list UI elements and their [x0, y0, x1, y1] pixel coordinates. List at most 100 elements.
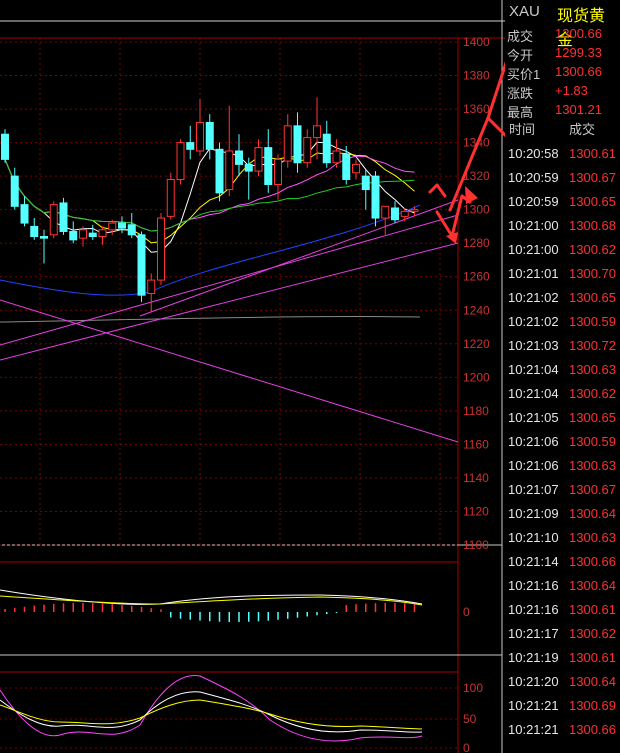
tick-price: 1300.64: [569, 578, 616, 593]
candle-body: [196, 121, 204, 152]
price-tick-label: 1120: [463, 504, 489, 518]
price-tick-label: 1140: [463, 471, 489, 485]
price-tick-label: 1160: [463, 437, 489, 451]
tick-price: 1300.63: [569, 458, 616, 473]
quote-label: 买价1: [507, 67, 541, 82]
tick-time: 10:21:07: [508, 482, 559, 497]
candle-body: [313, 125, 321, 139]
tick-time: 10:21:14: [508, 554, 559, 569]
candle-body: [264, 147, 273, 186]
tick-time: 10:21:09: [508, 506, 559, 521]
tick-row[interactable]: 10:21:06 1300.59: [505, 431, 620, 454]
tick-row[interactable]: 10:21:19 1300.61: [505, 647, 620, 670]
tick-price: 1300.72: [569, 338, 616, 353]
candle-body: [283, 125, 292, 162]
price-tick-label: 1360: [463, 102, 490, 116]
tick-row[interactable]: 10:21:04 1300.63: [505, 359, 620, 382]
candle-body: [254, 147, 263, 172]
quote-row: 成交 1300.66: [505, 25, 620, 44]
tick-row[interactable]: 10:21:05 1300.65: [505, 407, 620, 430]
quote-value: 1300.66: [555, 64, 602, 79]
kdj-panel: 100 50 0: [0, 674, 483, 753]
tick-row[interactable]: 10:21:16 1300.64: [505, 575, 620, 598]
tick-row[interactable]: 10:21:10 1300.63: [505, 527, 620, 550]
tick-row[interactable]: 10:21:21 1300.66: [505, 719, 620, 742]
price-tick-label: 1100: [463, 538, 489, 552]
tick-price: 1300.62: [569, 242, 616, 257]
macd-tick-label: 0: [463, 605, 470, 619]
tick-time: 10:21:21: [508, 722, 559, 737]
tick-time: 10:20:59: [508, 170, 559, 185]
candle-body: [157, 217, 165, 281]
quote-value: 1299.33: [555, 45, 602, 60]
tick-row[interactable]: 10:21:02 1300.59: [505, 311, 620, 334]
trendline-up-3: [139, 199, 459, 317]
tick-row[interactable]: 10:20:59 1300.65: [505, 191, 620, 214]
tick-row[interactable]: 10:20:59 1300.67: [505, 167, 620, 190]
tick-time: 10:21:10: [508, 530, 559, 545]
tick-header-price: 成交: [569, 122, 596, 137]
candle-body: [40, 235, 48, 239]
candle-body: [88, 232, 97, 237]
tick-time: 10:21:02: [508, 314, 559, 329]
candle-body: [303, 137, 312, 164]
tick-price: 1300.67: [569, 482, 616, 497]
tick-time: 10:21:04: [508, 362, 559, 377]
arrow-down-stroke: [435, 210, 454, 238]
trendline-up-1: [0, 214, 459, 346]
tick-time: 10:21:21: [508, 698, 559, 713]
candle-body: [361, 175, 370, 191]
tick-time: 10:21:00: [508, 218, 559, 233]
tick-row[interactable]: 10:21:20 1300.64: [505, 671, 620, 694]
tick-row[interactable]: 10:21:03 1300.72: [505, 335, 620, 358]
tick-row[interactable]: 10:21:09 1300.64: [505, 503, 620, 526]
candle-body: [49, 204, 58, 236]
candle-body: [20, 204, 29, 224]
tick-row[interactable]: 10:21:07 1300.67: [505, 479, 620, 502]
tick-row[interactable]: 10:21:01 1300.70: [505, 263, 620, 286]
tick-row[interactable]: 10:21:21 1300.69: [505, 695, 620, 718]
candle-body: [98, 229, 107, 237]
tick-row[interactable]: 10:21:00 1300.62: [505, 239, 620, 262]
tick-row[interactable]: 10:21:00 1300.68: [505, 215, 620, 238]
price-tick-label: 1380: [463, 69, 490, 83]
candle-body: [59, 202, 68, 232]
candle-body: [69, 230, 78, 241]
candle-body: [166, 178, 175, 217]
candle-body: [244, 163, 253, 172]
candle-body: [30, 225, 39, 237]
price-tick-label: 1220: [463, 337, 490, 351]
tick-time: 10:21:19: [508, 650, 559, 665]
tick-row[interactable]: 10:21:04 1300.62: [505, 383, 620, 406]
tick-row[interactable]: 10:21:17 1300.62: [505, 623, 620, 646]
tick-time: 10:21:20: [508, 674, 559, 689]
tick-price: 1300.62: [569, 386, 616, 401]
tick-price: 1300.62: [569, 626, 616, 641]
macd-dif-line: [0, 589, 423, 605]
price-tick-label: 1240: [463, 303, 490, 317]
tick-header-time: 时间: [509, 122, 536, 137]
candle-body: [410, 209, 419, 212]
candle-body: [137, 234, 146, 296]
tick-row[interactable]: 10:21:02 1300.65: [505, 287, 620, 310]
candle-body: [10, 175, 19, 207]
tick-price: 1300.59: [569, 314, 616, 329]
tick-time: 10:21:17: [508, 626, 559, 641]
price-tick-label: 1400: [463, 35, 490, 49]
candle-body: [371, 175, 380, 219]
tick-row[interactable]: 10:21:16 1300.61: [505, 599, 620, 622]
macd-panel: 0: [0, 589, 470, 622]
symbol-code: XAU: [509, 3, 540, 20]
candle-body: [400, 210, 409, 217]
price-tick-label: 1200: [463, 370, 490, 384]
tick-row[interactable]: 10:21:14 1300.66: [505, 551, 620, 574]
candle-body: [332, 150, 341, 164]
tick-price: 1300.66: [569, 554, 616, 569]
candle-body: [342, 153, 351, 180]
tick-price: 1300.63: [569, 530, 616, 545]
tick-time: 10:21:01: [508, 266, 559, 281]
tick-price: 1300.67: [569, 170, 616, 185]
tick-row[interactable]: 10:20:58 1300.61: [505, 143, 620, 166]
tick-time: 10:21:16: [508, 602, 559, 617]
tick-row[interactable]: 10:21:06 1300.63: [505, 455, 620, 478]
